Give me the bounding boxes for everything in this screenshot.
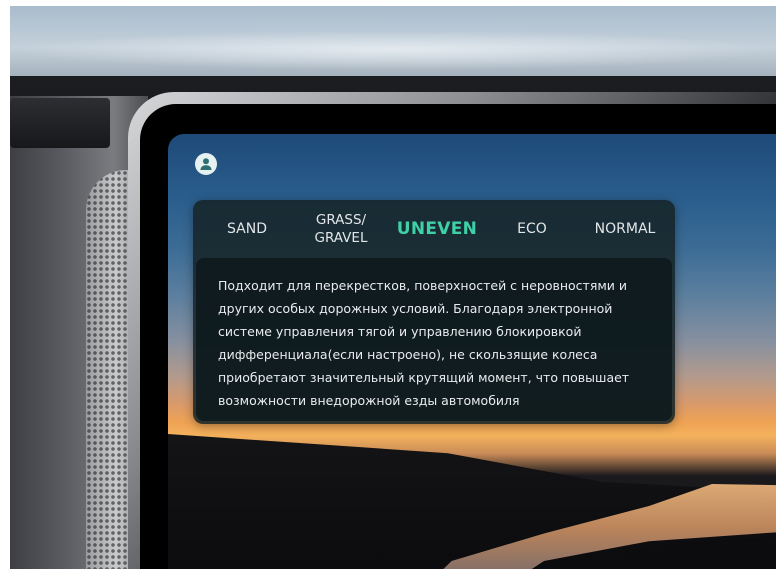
mode-description-card: Подходит для перекрестков, поверхностей … xyxy=(196,258,672,421)
tab-grass-gravel[interactable]: GRASS/ GRAVEL xyxy=(303,200,379,258)
tab-uneven[interactable]: UNEVEN xyxy=(393,200,481,258)
tab-sand[interactable]: SAND xyxy=(221,200,273,258)
car-interior-photo: SAND GRASS/ GRAVEL UNEVEN ECO NORMAL Под… xyxy=(0,0,776,569)
air-vent xyxy=(10,98,110,148)
mode-description-text: Подходит для перекрестков, поверхностей … xyxy=(218,278,630,408)
drive-mode-panel: SAND GRASS/ GRAVEL UNEVEN ECO NORMAL Под… xyxy=(193,200,675,424)
user-profile-button[interactable] xyxy=(195,153,217,175)
user-icon xyxy=(200,158,212,170)
tab-normal[interactable]: NORMAL xyxy=(589,200,661,258)
sky-glow xyxy=(10,30,776,70)
drive-mode-tabs: SAND GRASS/ GRAVEL UNEVEN ECO NORMAL xyxy=(193,200,675,258)
tab-eco[interactable]: ECO xyxy=(509,200,555,258)
